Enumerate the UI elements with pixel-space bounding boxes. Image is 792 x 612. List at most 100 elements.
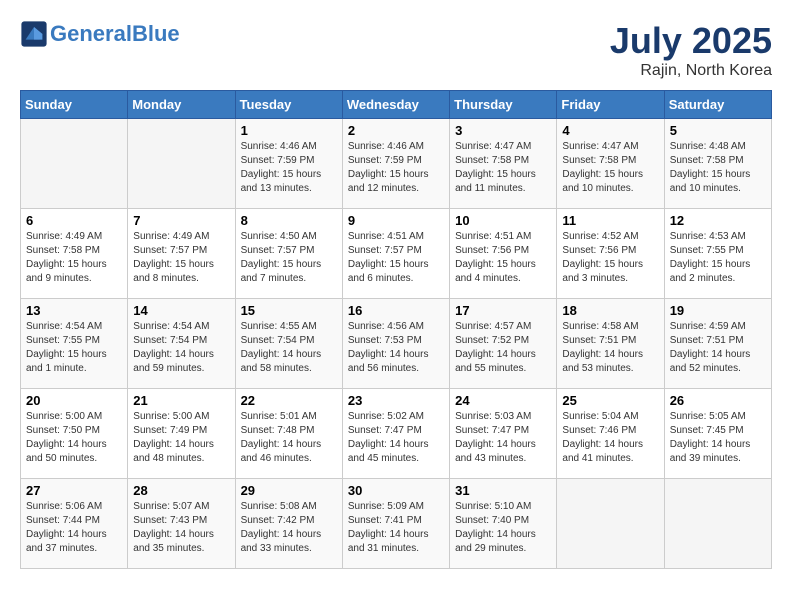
- calendar-cell: 13Sunrise: 4:54 AM Sunset: 7:55 PM Dayli…: [21, 299, 128, 389]
- day-info: Sunrise: 5:09 AM Sunset: 7:41 PM Dayligh…: [348, 500, 444, 556]
- day-number: 18: [562, 303, 658, 318]
- calendar-cell: [557, 479, 664, 569]
- day-info: Sunrise: 5:01 AM Sunset: 7:48 PM Dayligh…: [241, 410, 337, 466]
- day-number: 4: [562, 123, 658, 138]
- day-number: 2: [348, 123, 444, 138]
- calendar-cell: 10 Sunrise: 4:51 AM Sunset: 7:56 PM Dayli…: [450, 209, 557, 299]
- day-info: Sunrise: 5:03 AM Sunset: 7:47 PM Dayligh…: [455, 410, 551, 466]
- calendar-cell: 6 Sunrise: 4:49 AM Sunset: 7:58 PM Daylig…: [21, 209, 128, 299]
- day-number: 6: [26, 213, 122, 228]
- day-number: 9: [348, 213, 444, 228]
- weekday-monday: Monday: [128, 91, 235, 119]
- calendar-cell: 22 Sunrise: 5:01 AM Sunset: 7:48 PM Dayli…: [235, 389, 342, 479]
- day-info: Sunrise: 5:00 AM Sunset: 7:49 PM Dayligh…: [133, 410, 229, 466]
- calendar-cell: 26Sunrise: 5:05 AM Sunset: 7:45 PM Dayli…: [664, 389, 771, 479]
- day-info: Sunrise: 4:56 AM Sunset: 7:53 PM Dayligh…: [348, 320, 444, 376]
- calendar-cell: 8Sunrise: 4:50 AM Sunset: 7:57 PM Daylig…: [235, 209, 342, 299]
- day-number: 24: [455, 393, 551, 408]
- day-info: Sunrise: 4:58 AM Sunset: 7:51 PM Dayligh…: [562, 320, 658, 376]
- day-number: 11: [562, 213, 658, 228]
- day-number: 8: [241, 213, 337, 228]
- day-number: 29: [241, 483, 337, 498]
- day-info: Sunrise: 4:49 AM Sunset: 7:58 PM Dayligh…: [26, 230, 122, 286]
- day-info: Sunrise: 5:08 AM Sunset: 7:42 PM Dayligh…: [241, 500, 337, 556]
- weekday-friday: Friday: [557, 91, 664, 119]
- day-number: 17: [455, 303, 551, 318]
- calendar-cell: 28 Sunrise: 5:07 AM Sunset: 7:43 PM Dayli…: [128, 479, 235, 569]
- calendar-cell: 12Sunrise: 4:53 AM Sunset: 7:55 PM Dayli…: [664, 209, 771, 299]
- calendar-table: SundayMondayTuesdayWednesdayThursdayFrid…: [20, 90, 772, 569]
- calendar-cell: 19 Sunrise: 4:59 AM Sunset: 7:51 PM Dayli…: [664, 299, 771, 389]
- calendar-header: SundayMondayTuesdayWednesdayThursdayFrid…: [21, 91, 772, 119]
- day-info: Sunrise: 4:46 AM Sunset: 7:59 PM Dayligh…: [241, 140, 337, 196]
- day-info: Sunrise: 5:02 AM Sunset: 7:47 PM Dayligh…: [348, 410, 444, 466]
- day-number: 15: [241, 303, 337, 318]
- day-number: 23: [348, 393, 444, 408]
- weekday-wednesday: Wednesday: [342, 91, 449, 119]
- day-info: Sunrise: 4:49 AM Sunset: 7:57 PM Dayligh…: [133, 230, 229, 286]
- day-info: Sunrise: 4:54 AM Sunset: 7:54 PM Dayligh…: [133, 320, 229, 376]
- day-number: 3: [455, 123, 551, 138]
- day-number: 7: [133, 213, 229, 228]
- week-row-5: 27 Sunrise: 5:06 AM Sunset: 7:44 PM Dayli…: [21, 479, 772, 569]
- day-number: 27: [26, 483, 122, 498]
- calendar-cell: 5Sunrise: 4:48 AM Sunset: 7:58 PM Daylig…: [664, 119, 771, 209]
- day-number: 21: [133, 393, 229, 408]
- logo: GeneralBlue: [20, 20, 180, 48]
- day-info: Sunrise: 5:06 AM Sunset: 7:44 PM Dayligh…: [26, 500, 122, 556]
- weekday-saturday: Saturday: [664, 91, 771, 119]
- day-info: Sunrise: 4:51 AM Sunset: 7:57 PM Dayligh…: [348, 230, 444, 286]
- day-number: 14: [133, 303, 229, 318]
- day-info: Sunrise: 4:55 AM Sunset: 7:54 PM Dayligh…: [241, 320, 337, 376]
- day-info: Sunrise: 4:59 AM Sunset: 7:51 PM Dayligh…: [670, 320, 766, 376]
- day-number: 22: [241, 393, 337, 408]
- calendar-cell: [128, 119, 235, 209]
- calendar-cell: [21, 119, 128, 209]
- calendar-cell: 16Sunrise: 4:56 AM Sunset: 7:53 PM Dayli…: [342, 299, 449, 389]
- calendar-cell: 11 Sunrise: 4:52 AM Sunset: 7:56 PM Dayli…: [557, 209, 664, 299]
- day-number: 28: [133, 483, 229, 498]
- logo-blue: Blue: [132, 21, 180, 46]
- week-row-2: 6 Sunrise: 4:49 AM Sunset: 7:58 PM Daylig…: [21, 209, 772, 299]
- day-number: 19: [670, 303, 766, 318]
- day-info: Sunrise: 5:10 AM Sunset: 7:40 PM Dayligh…: [455, 500, 551, 556]
- calendar-cell: 17Sunrise: 4:57 AM Sunset: 7:52 PM Dayli…: [450, 299, 557, 389]
- day-info: Sunrise: 4:47 AM Sunset: 7:58 PM Dayligh…: [562, 140, 658, 196]
- day-info: Sunrise: 4:51 AM Sunset: 7:56 PM Dayligh…: [455, 230, 551, 286]
- location: Rajin, North Korea: [610, 62, 772, 80]
- day-number: 10: [455, 213, 551, 228]
- calendar-cell: 9 Sunrise: 4:51 AM Sunset: 7:57 PM Daylig…: [342, 209, 449, 299]
- day-number: 12: [670, 213, 766, 228]
- week-row-1: 1 Sunrise: 4:46 AM Sunset: 7:59 PM Daylig…: [21, 119, 772, 209]
- month-title: July 2025: [610, 20, 772, 62]
- weekday-header-row: SundayMondayTuesdayWednesdayThursdayFrid…: [21, 91, 772, 119]
- calendar-cell: 1 Sunrise: 4:46 AM Sunset: 7:59 PM Daylig…: [235, 119, 342, 209]
- day-info: Sunrise: 4:52 AM Sunset: 7:56 PM Dayligh…: [562, 230, 658, 286]
- title-area: July 2025 Rajin, North Korea: [610, 20, 772, 80]
- day-number: 20: [26, 393, 122, 408]
- calendar-cell: 21 Sunrise: 5:00 AM Sunset: 7:49 PM Dayli…: [128, 389, 235, 479]
- page-header: GeneralBlue July 2025 Rajin, North Korea: [20, 20, 772, 80]
- calendar-body: 1 Sunrise: 4:46 AM Sunset: 7:59 PM Daylig…: [21, 119, 772, 569]
- calendar-cell: 2Sunrise: 4:46 AM Sunset: 7:59 PM Daylig…: [342, 119, 449, 209]
- calendar-cell: 27 Sunrise: 5:06 AM Sunset: 7:44 PM Dayli…: [21, 479, 128, 569]
- calendar-cell: 14 Sunrise: 4:54 AM Sunset: 7:54 PM Dayli…: [128, 299, 235, 389]
- calendar-cell: 29 Sunrise: 5:08 AM Sunset: 7:42 PM Dayli…: [235, 479, 342, 569]
- week-row-4: 20Sunrise: 5:00 AM Sunset: 7:50 PM Dayli…: [21, 389, 772, 479]
- calendar-cell: 18 Sunrise: 4:58 AM Sunset: 7:51 PM Dayli…: [557, 299, 664, 389]
- calendar-cell: 24 Sunrise: 5:03 AM Sunset: 7:47 PM Dayli…: [450, 389, 557, 479]
- logo-icon: [20, 20, 48, 48]
- day-number: 25: [562, 393, 658, 408]
- day-info: Sunrise: 4:54 AM Sunset: 7:55 PM Dayligh…: [26, 320, 122, 376]
- calendar-cell: 30 Sunrise: 5:09 AM Sunset: 7:41 PM Dayli…: [342, 479, 449, 569]
- day-number: 1: [241, 123, 337, 138]
- calendar-cell: 23 Sunrise: 5:02 AM Sunset: 7:47 PM Dayli…: [342, 389, 449, 479]
- calendar-cell: 25 Sunrise: 5:04 AM Sunset: 7:46 PM Dayli…: [557, 389, 664, 479]
- day-info: Sunrise: 5:04 AM Sunset: 7:46 PM Dayligh…: [562, 410, 658, 466]
- day-number: 26: [670, 393, 766, 408]
- calendar-cell: 20Sunrise: 5:00 AM Sunset: 7:50 PM Dayli…: [21, 389, 128, 479]
- day-number: 30: [348, 483, 444, 498]
- logo-general: General: [50, 21, 132, 46]
- calendar-cell: 3Sunrise: 4:47 AM Sunset: 7:58 PM Daylig…: [450, 119, 557, 209]
- day-info: Sunrise: 5:07 AM Sunset: 7:43 PM Dayligh…: [133, 500, 229, 556]
